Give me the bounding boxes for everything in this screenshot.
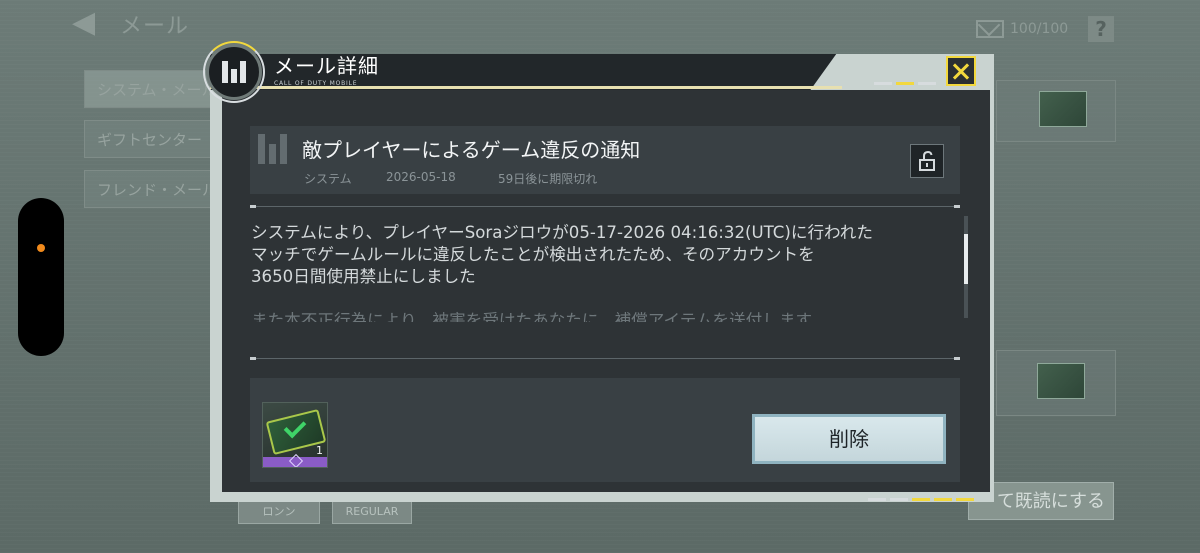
reward-quantity: 1 [316, 444, 323, 457]
close-button[interactable] [946, 56, 976, 86]
mail-date: 2026-05-18 [386, 170, 456, 184]
background-mail-item[interactable] [996, 350, 1116, 416]
bottom-page-indicator [868, 498, 974, 501]
message-line: マッチでゲームルールに違反したことが検出されたため、そのアカウントを [251, 245, 815, 264]
lock-toggle-button[interactable] [910, 144, 944, 178]
ticket-icon [1037, 363, 1085, 399]
delete-button[interactable]: 削除 [752, 414, 946, 464]
scrollbar-thumb[interactable] [964, 234, 968, 284]
tab-friend-mail[interactable]: フレンド・メール [84, 170, 224, 208]
back-arrow-icon[interactable]: ◀ [72, 8, 102, 38]
page-indicator [874, 82, 936, 85]
dialog-subtitle: CALL OF DUTY MOBILE [274, 80, 358, 87]
mail-expiry: 59日後に期限切れ [498, 172, 598, 186]
divider [250, 357, 960, 360]
background-mail-item[interactable] [996, 80, 1116, 142]
mail-title: 敵プレイヤーによるゲーム違反の通知 [302, 138, 641, 162]
cod-logo-icon [203, 41, 265, 103]
envelope-icon [976, 20, 1004, 38]
background-page-title: メール [120, 14, 190, 39]
message-line: 3650日間使用禁止にしました [251, 267, 476, 286]
message-scrollbar[interactable] [964, 216, 968, 318]
mail-sender: システム [304, 172, 352, 186]
message-line: システムにより、プレイヤーSoraジロウが05-17-2026 04:16:32… [251, 223, 873, 242]
divider [250, 205, 960, 208]
message-overflow-line: また本不正行為により、被害を受けたあなたに、補償アイテムを送付します [251, 311, 813, 322]
mail-logo-icon [258, 134, 288, 164]
mail-count-text: 100/100 [1010, 21, 1069, 37]
m-logo-mark [222, 61, 246, 83]
ticket-icon [1039, 91, 1087, 127]
mail-count: 100/100 [976, 20, 1068, 38]
side-handle[interactable] [18, 198, 64, 356]
background-bottom-button[interactable]: ロンン [238, 500, 320, 524]
reward-item[interactable]: 1 [262, 402, 328, 468]
unlock-icon [919, 150, 935, 171]
indicator-dot [37, 244, 45, 252]
dialog-title: メール詳細 [274, 54, 379, 78]
tab-gift-center[interactable]: ギフトセンター [84, 120, 224, 158]
background-bottom-button[interactable]: REGULAR [332, 500, 412, 524]
mail-message: システムにより、プレイヤーSoraジロウが05-17-2026 04:16:32… [251, 222, 951, 288]
help-button[interactable]: ? [1088, 16, 1114, 42]
